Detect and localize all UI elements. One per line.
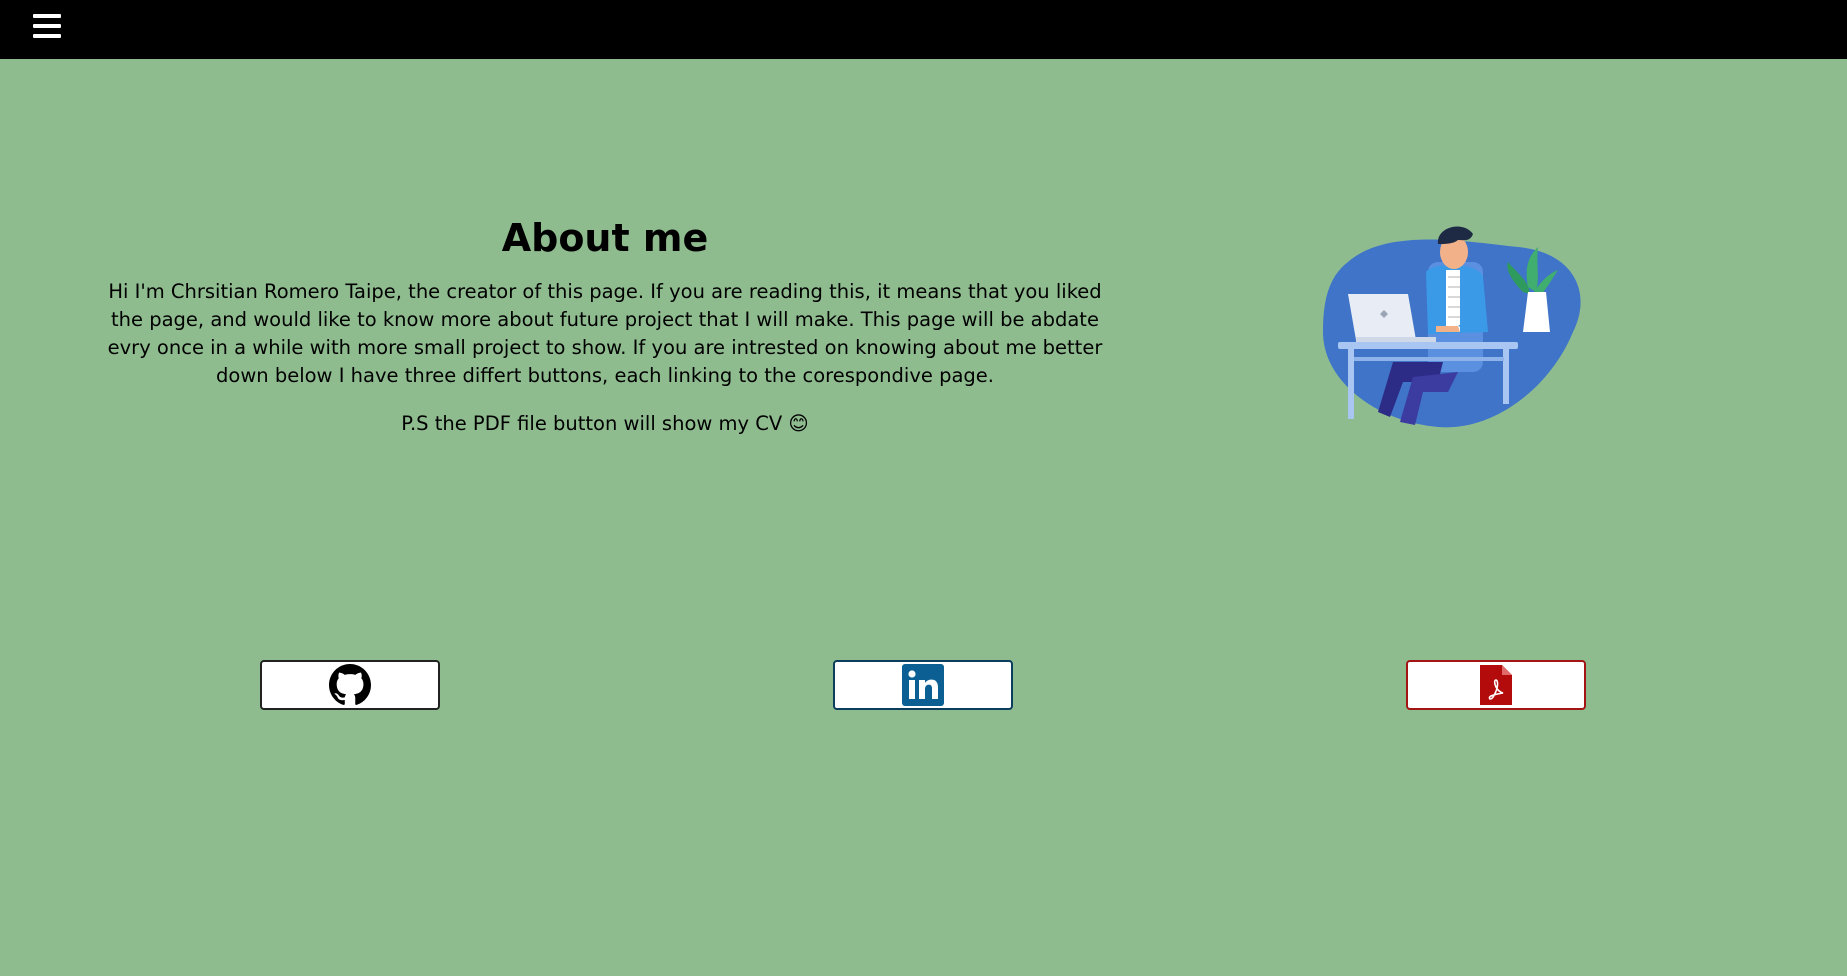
- pdf-file-icon: [1480, 665, 1512, 705]
- about-description: Hi I'm Chrsitian Romero Taipe, the creat…: [107, 280, 1103, 387]
- menu-line: [33, 24, 61, 28]
- linkedin-link-button[interactable]: [833, 660, 1013, 710]
- top-navigation-bar: [0, 0, 1847, 59]
- menu-line: [33, 34, 61, 38]
- menu-line: [33, 14, 61, 18]
- github-link-button[interactable]: [260, 660, 440, 710]
- about-postscript: P.S the PDF file button will show my CV …: [401, 412, 809, 435]
- about-title: About me: [501, 216, 709, 260]
- github-icon: [329, 664, 371, 705]
- about-section: About me Hi I'm Chrsitian Romero Taipe, …: [90, 210, 1120, 438]
- linkedin-icon: [902, 664, 944, 706]
- hamburger-menu-icon[interactable]: [31, 10, 65, 44]
- pdf-cv-button[interactable]: [1406, 660, 1586, 710]
- person-at-laptop-illustration: [1318, 222, 1588, 432]
